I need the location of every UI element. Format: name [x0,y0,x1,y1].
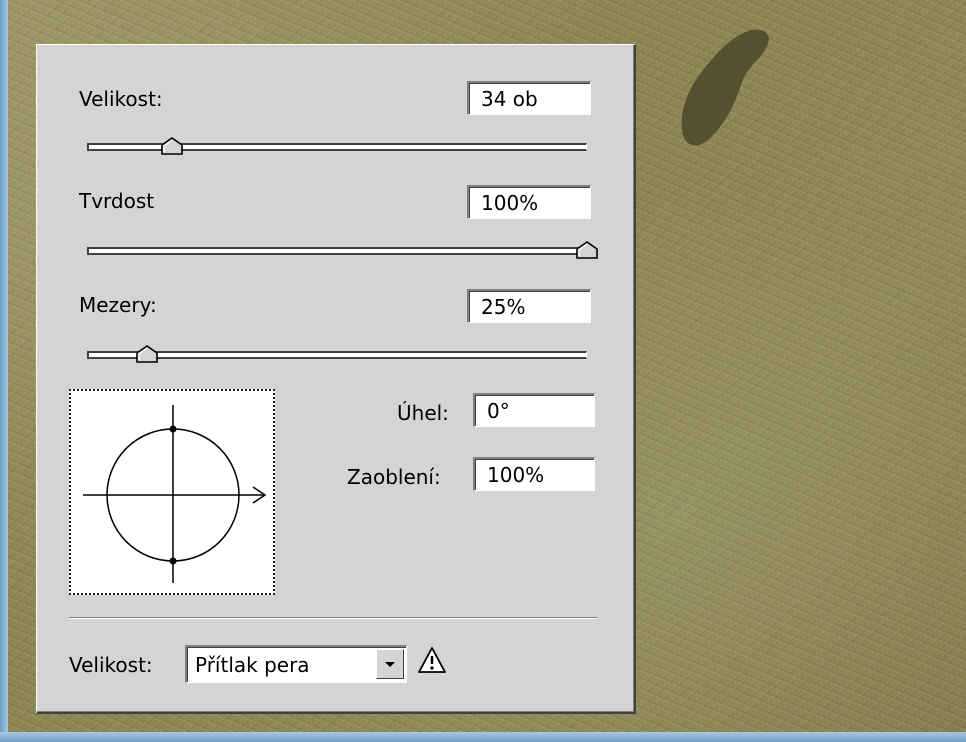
hardness-field[interactable]: 100% [467,185,591,219]
hardness-slider-track[interactable] [87,247,587,255]
roundness-field[interactable]: 100% [473,457,595,491]
spacing-label: Mezery: [79,293,157,317]
angle-label: Úhel: [397,401,449,425]
roundness-label: Zaoblení: [347,465,441,489]
control-dropdown[interactable]: Přítlak pera [185,645,407,683]
divider [69,617,597,619]
dropdown-button[interactable] [376,649,404,679]
size-field[interactable]: 34 ob [467,81,591,115]
stain-mark [681,29,769,146]
chevron-down-icon [385,662,395,667]
spacing-slider-thumb[interactable] [135,345,159,363]
spacing-field[interactable]: 25% [467,289,591,323]
control-label: Velikost: [69,653,153,677]
hardness-label: Tvrdost [79,189,155,213]
screen-edge-left [0,0,8,742]
brush-shape-preview[interactable] [69,389,275,595]
size-slider-thumb[interactable] [160,137,184,155]
size-label: Velikost: [79,87,163,111]
angle-field[interactable]: 0° [473,393,595,427]
control-dropdown-value: Přítlak pera [195,653,310,677]
brush-dynamics-panel: Velikost: 34 ob Tvrdost 100% Mezery: 25%… [36,44,636,714]
brush-angle-diagram [83,405,267,583]
spacing-slider-track[interactable] [87,351,587,359]
screen-edge-bottom [0,732,966,742]
hardness-slider-thumb[interactable] [575,241,599,259]
warning-icon [418,647,446,673]
